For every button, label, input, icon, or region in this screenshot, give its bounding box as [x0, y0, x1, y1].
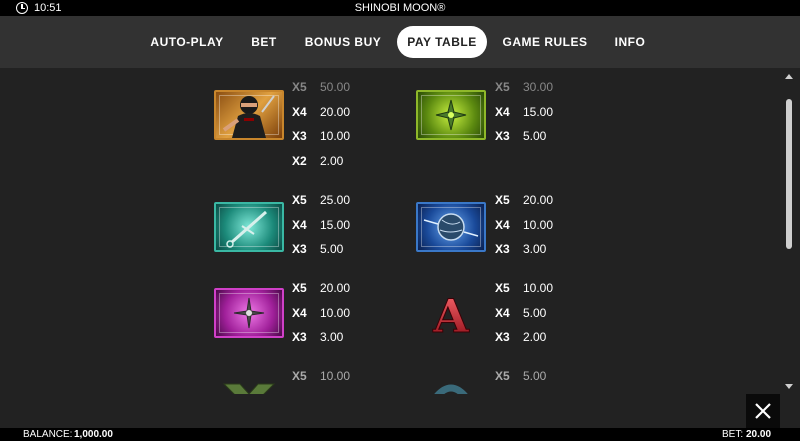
close-button[interactable] [746, 394, 780, 428]
ninja-symbol [214, 90, 284, 140]
close-icon [755, 403, 771, 419]
footer-bar: BALANCE: 1,000.00 BET: 20.00 [0, 428, 800, 441]
tab-bonus-buy[interactable]: BONUS BUY [298, 26, 388, 58]
svg-text:A: A [432, 289, 470, 338]
scroll-up-icon[interactable] [785, 74, 793, 79]
scrollbar[interactable] [782, 72, 796, 392]
scrollbar-thumb[interactable] [786, 99, 792, 249]
tab-info[interactable]: INFO [606, 26, 654, 58]
purple-shuriken-symbol [214, 288, 284, 338]
green-shuriken-symbol [416, 90, 486, 140]
tab-bet[interactable]: BET [243, 26, 285, 58]
paytable-panel[interactable]: X5 50.00 X4 20.00 X3 10.00 X2 2.00 X5 30… [0, 68, 800, 394]
balance-label: BALANCE: [23, 429, 73, 440]
letter-k-symbol [214, 378, 284, 394]
letter-q-symbol [416, 378, 486, 394]
scroll-down-icon[interactable] [785, 384, 793, 389]
tab-auto-play[interactable]: AUTO-PLAY [143, 26, 231, 58]
tab-game-rules[interactable]: GAME RULES [497, 26, 593, 58]
status-bar: 10:51 SHINOBI MOON® [0, 0, 800, 16]
balance-value: 1,000.00 [74, 429, 113, 440]
bet-label: BET: [722, 429, 744, 440]
bet-value: 20.00 [746, 429, 772, 440]
menu-tabs: AUTO-PLAY BET BONUS BUY PAY TABLE GAME R… [0, 16, 800, 68]
blue-orb-symbol [416, 202, 486, 252]
letter-a-symbol: A [416, 288, 486, 339]
teal-kunai-symbol [214, 202, 284, 252]
tab-pay-table[interactable]: PAY TABLE [397, 26, 487, 58]
game-title: SHINOBI MOON® [354, 2, 446, 14]
